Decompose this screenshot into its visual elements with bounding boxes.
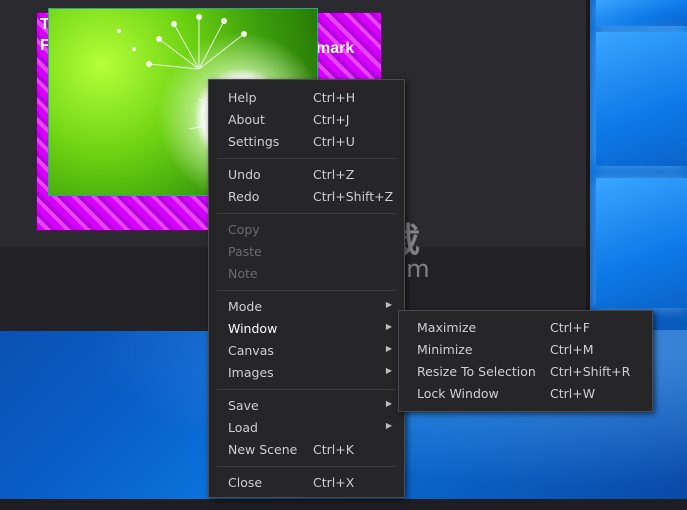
menu-item-new-scene[interactable]: New Scene Ctrl+K bbox=[209, 439, 404, 461]
submenu-item-lock-window[interactable]: Lock Window Ctrl+W bbox=[399, 383, 652, 405]
window-submenu: Maximize Ctrl+F Minimize Ctrl+M Resize T… bbox=[398, 310, 653, 412]
windows-logo-pane bbox=[596, 178, 687, 308]
menu-item-copy[interactable]: Copy bbox=[209, 219, 404, 241]
menu-item-about[interactable]: About Ctrl+J bbox=[209, 109, 404, 131]
menu-separator bbox=[217, 213, 396, 214]
menu-item-canvas[interactable]: Canvas ▶ bbox=[209, 340, 404, 362]
chevron-right-icon: ▶ bbox=[385, 322, 392, 331]
image-watermark-text: mark bbox=[316, 40, 355, 57]
menu-separator bbox=[217, 389, 396, 390]
chevron-right-icon: ▶ bbox=[385, 421, 392, 430]
menu-item-note[interactable]: Note bbox=[209, 263, 404, 285]
submenu-item-minimize[interactable]: Minimize Ctrl+M bbox=[399, 339, 652, 361]
menu-item-settings[interactable]: Settings Ctrl+U bbox=[209, 131, 404, 153]
app-edge bbox=[586, 0, 590, 331]
chevron-right-icon: ▶ bbox=[385, 300, 392, 309]
menu-separator bbox=[217, 290, 396, 291]
windows-logo-pane bbox=[596, 0, 687, 26]
menu-item-load[interactable]: Load ▶ bbox=[209, 417, 404, 439]
menu-item-paste[interactable]: Paste bbox=[209, 241, 404, 263]
submenu-item-maximize[interactable]: Maximize Ctrl+F bbox=[399, 317, 652, 339]
chevron-right-icon: ▶ bbox=[385, 399, 392, 408]
menu-item-save[interactable]: Save ▶ bbox=[209, 395, 404, 417]
chevron-right-icon: ▶ bbox=[385, 366, 392, 375]
menu-item-help[interactable]: Help Ctrl+H bbox=[209, 87, 404, 109]
menu-item-mode[interactable]: Mode ▶ bbox=[209, 296, 404, 318]
windows-logo-pane bbox=[596, 32, 687, 166]
menu-separator bbox=[217, 466, 396, 467]
menu-item-undo[interactable]: Undo Ctrl+Z bbox=[209, 164, 404, 186]
chevron-right-icon: ▶ bbox=[385, 344, 392, 353]
menu-item-images[interactable]: Images ▶ bbox=[209, 362, 404, 384]
menu-item-close[interactable]: Close Ctrl+X bbox=[209, 472, 404, 494]
menu-item-redo[interactable]: Redo Ctrl+Shift+Z bbox=[209, 186, 404, 208]
submenu-item-resize-to-selection[interactable]: Resize To Selection Ctrl+Shift+R bbox=[399, 361, 652, 383]
context-menu: Help Ctrl+H About Ctrl+J Settings Ctrl+U… bbox=[208, 79, 405, 498]
menu-separator bbox=[217, 158, 396, 159]
menu-item-window[interactable]: Window ▶ bbox=[209, 318, 404, 340]
